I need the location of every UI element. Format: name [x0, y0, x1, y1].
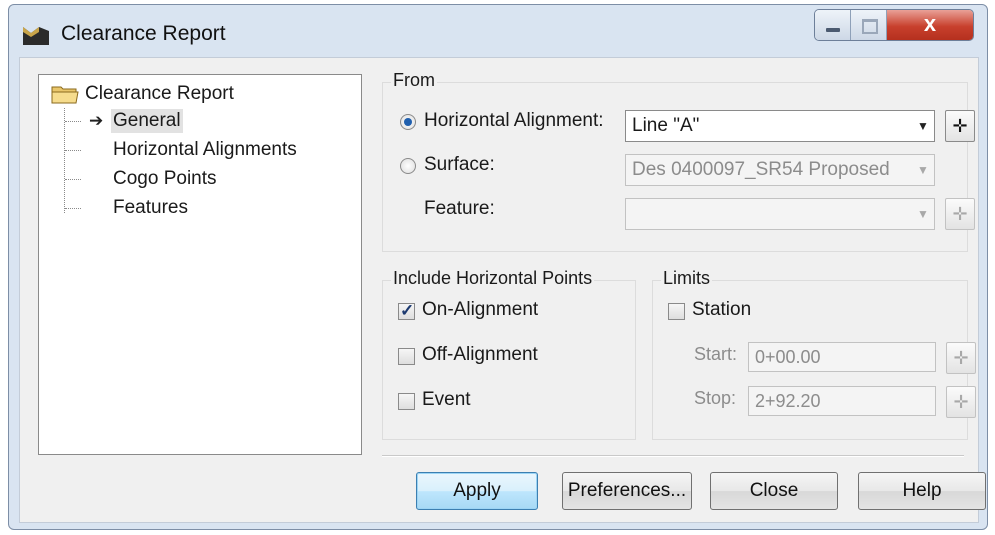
crosshair-icon: ✛	[953, 348, 969, 368]
close-button[interactable]: Close	[710, 472, 838, 510]
tree-root-clearance-report[interactable]: Clearance Report	[51, 81, 234, 107]
tree-root-label: Clearance Report	[85, 83, 234, 104]
tree-item-cogo-points[interactable]: Cogo Points	[65, 165, 219, 193]
navigation-tree[interactable]: Clearance Report ➔ General Horizontal Al…	[38, 74, 362, 455]
crosshair-icon: ✛	[952, 116, 968, 136]
crosshair-icon: ✛	[953, 392, 969, 412]
limits-legend: Limits	[661, 268, 713, 289]
off-alignment-label: Off-Alignment	[422, 344, 538, 365]
station-checkbox[interactable]	[668, 303, 685, 320]
on-alignment-label: On-Alignment	[422, 299, 539, 320]
surface-select[interactable]: Des 0400097_SR54 Proposed ▼	[625, 154, 935, 186]
preferences-button[interactable]: Preferences...	[562, 472, 692, 510]
surface-label: Surface:	[424, 154, 495, 175]
app-icon	[23, 27, 49, 45]
from-legend: From	[391, 70, 437, 91]
folder-icon	[51, 86, 79, 104]
feature-label: Feature:	[424, 198, 495, 219]
tree-item-label: General	[111, 109, 183, 133]
feature-select[interactable]: ▼	[625, 198, 935, 230]
station-label: Station	[692, 299, 752, 320]
surface-radio[interactable]	[400, 158, 416, 174]
pick-stop-button[interactable]: ✛	[946, 386, 976, 418]
dialog-client-area: Clearance Report ➔ General Horizontal Al…	[19, 57, 986, 523]
start-station-input[interactable]: 0+00.00	[748, 342, 936, 372]
horizontal-alignment-label: Horizontal Alignment:	[424, 110, 604, 131]
horizontal-alignment-select[interactable]: Line "A" ▼	[625, 110, 935, 142]
on-alignment-checkbox[interactable]	[398, 301, 415, 321]
tree-item-label: Cogo Points	[113, 168, 217, 189]
tree-item-general[interactable]: ➔ General	[65, 107, 183, 135]
crosshair-icon: ✛	[952, 204, 968, 224]
event-checkbox[interactable]	[398, 393, 415, 410]
button-separator	[382, 455, 964, 457]
arrow-right-icon: ➔	[89, 111, 104, 130]
close-icon: x	[923, 11, 937, 36]
pick-alignment-button[interactable]: ✛	[945, 110, 975, 142]
clearance-report-window: Clearance Report x Clearance Report ➔ Ge…	[8, 4, 988, 530]
minimize-button[interactable]	[815, 10, 851, 40]
event-label: Event	[422, 389, 471, 410]
chevron-down-icon: ▼	[917, 119, 929, 133]
title-bar[interactable]: Clearance Report x	[9, 5, 987, 57]
close-window-button[interactable]: x	[887, 10, 973, 40]
tree-item-label: Horizontal Alignments	[113, 139, 297, 160]
apply-button[interactable]: Apply	[416, 472, 538, 510]
horizontal-alignment-radio[interactable]	[400, 114, 416, 130]
tree-item-features[interactable]: Features	[65, 194, 190, 222]
stop-station-input[interactable]: 2+92.20	[748, 386, 936, 416]
caption-buttons: x	[814, 9, 974, 41]
pick-start-button[interactable]: ✛	[946, 342, 976, 374]
chevron-down-icon: ▼	[917, 163, 929, 177]
tree-item-horizontal-alignments[interactable]: Horizontal Alignments	[65, 136, 299, 164]
pick-feature-button[interactable]: ✛	[945, 198, 975, 230]
maximize-button[interactable]	[851, 10, 887, 40]
start-label: Start:	[694, 344, 738, 364]
include-points-legend: Include Horizontal Points	[391, 268, 595, 289]
stop-label: Stop:	[694, 388, 737, 408]
window-title: Clearance Report	[61, 22, 226, 45]
tree-item-label: Features	[113, 197, 188, 218]
off-alignment-checkbox[interactable]	[398, 348, 415, 365]
chevron-down-icon: ▼	[917, 207, 929, 221]
help-button[interactable]: Help	[858, 472, 986, 510]
